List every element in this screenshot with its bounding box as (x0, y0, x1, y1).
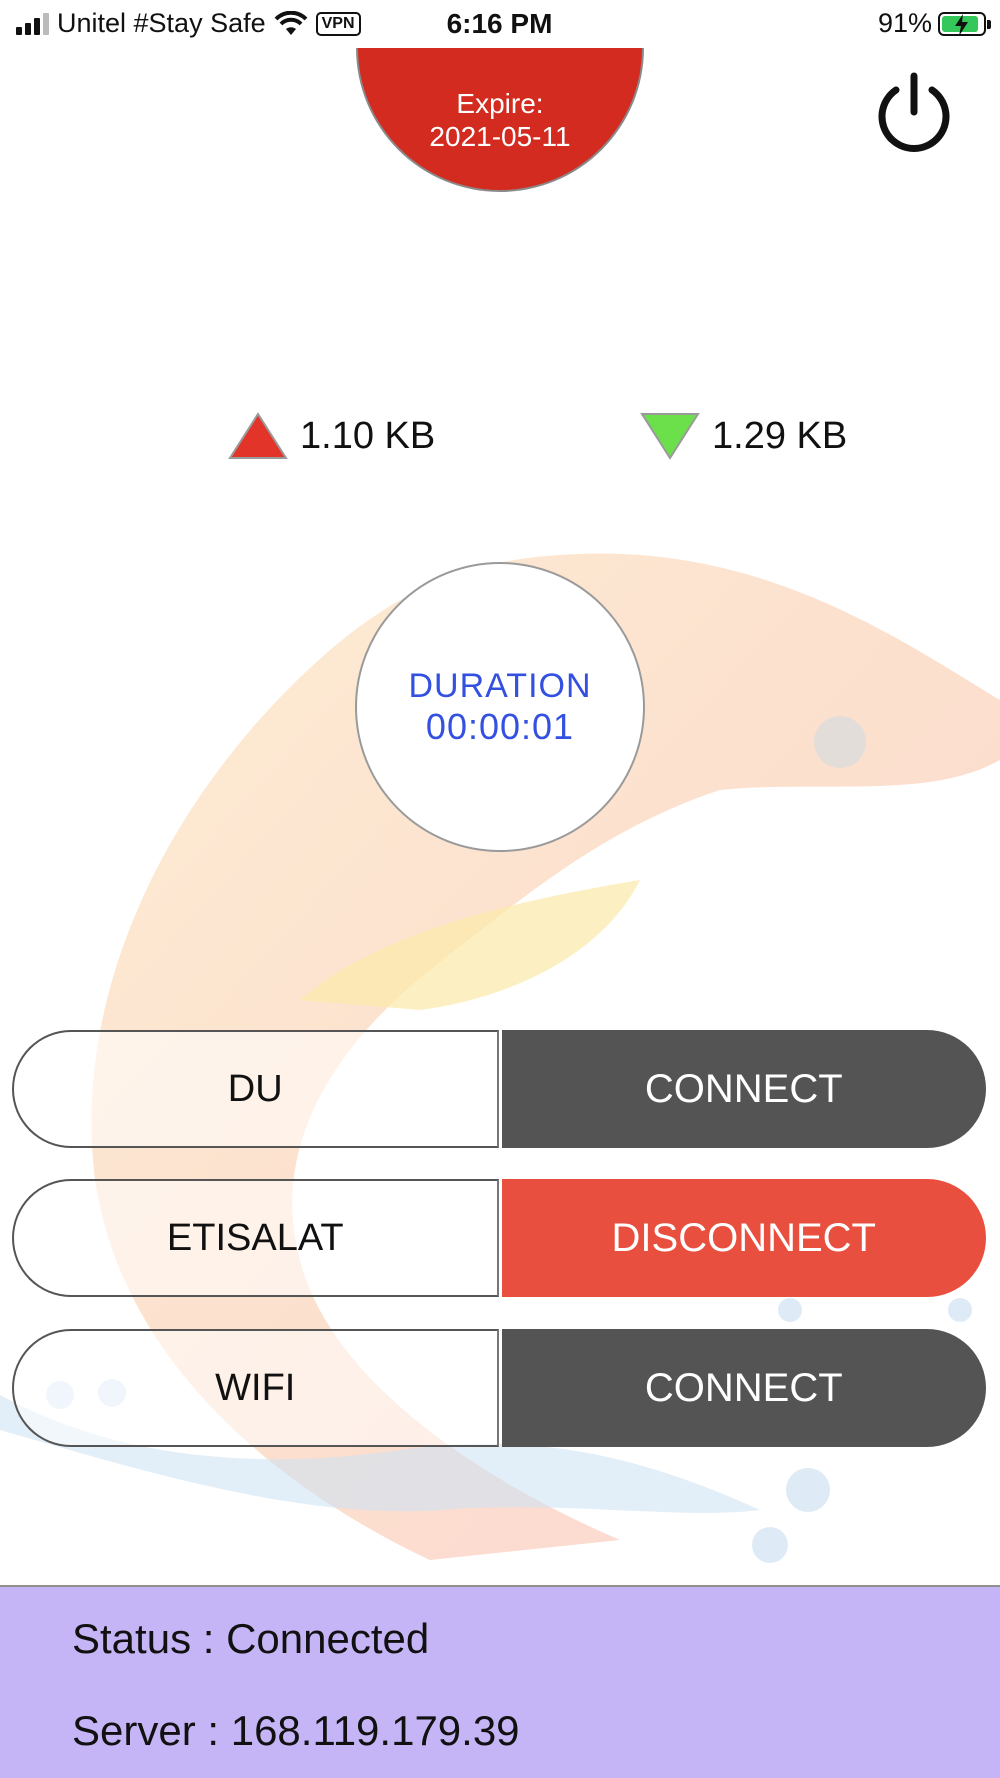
connection-row-wifi: WIFI CONNECT (12, 1329, 986, 1447)
connection-name-wifi: WIFI (12, 1329, 499, 1447)
status-bar: Unitel #Stay Safe VPN 6:16 PM 91% (0, 0, 1000, 50)
duration-timer: DURATION 00:00:01 (355, 562, 645, 852)
download-triangle-icon (640, 413, 700, 460)
power-icon (878, 72, 950, 152)
connection-row-du: DU CONNECT (12, 1030, 986, 1148)
charging-bolt-icon (955, 13, 968, 36)
etisalat-disconnect-button[interactable]: DISCONNECT (501, 1179, 986, 1297)
wifi-connect-button[interactable]: CONNECT (501, 1329, 986, 1447)
wifi-icon (274, 10, 308, 35)
vpn-badge: VPN (315, 11, 361, 36)
connection-name-du: DU (12, 1030, 499, 1148)
battery-icon (938, 11, 991, 36)
battery-percent: 91% (877, 8, 932, 38)
connection-name-etisalat: ETISALAT (12, 1179, 499, 1297)
duration-value: 00:00:01 (425, 706, 575, 747)
cellular-signal-icon (16, 12, 49, 35)
expire-date: 2021-05-11 (429, 121, 571, 152)
dolphin-background-art (0, 553, 1000, 1563)
upload-triangle-icon (228, 412, 288, 459)
carrier-name: Unitel #Stay Safe (57, 8, 266, 38)
clock-time: 6:16 PM (446, 8, 553, 39)
connection-row-etisalat: ETISALAT DISCONNECT (12, 1179, 986, 1297)
duration-label: DURATION (408, 667, 592, 705)
du-connect-button[interactable]: CONNECT (501, 1030, 986, 1148)
status-bar-left: Unitel #Stay Safe VPN (16, 8, 361, 39)
server-address-text: Server : 168.119.179.39 (72, 1707, 520, 1754)
connection-status-text: Status : Connected (72, 1615, 430, 1662)
upload-traffic: 1.10 KB (228, 412, 435, 460)
status-bar-right: 91% (877, 8, 991, 39)
power-button[interactable] (872, 70, 956, 154)
expire-label: Expire: (456, 88, 544, 119)
status-panel: Status : Connected Server : 168.119.179.… (0, 1585, 1000, 1778)
download-value: 1.29 KB (712, 414, 848, 457)
download-traffic: 1.29 KB (640, 412, 847, 460)
upload-value: 1.10 KB (300, 414, 436, 457)
